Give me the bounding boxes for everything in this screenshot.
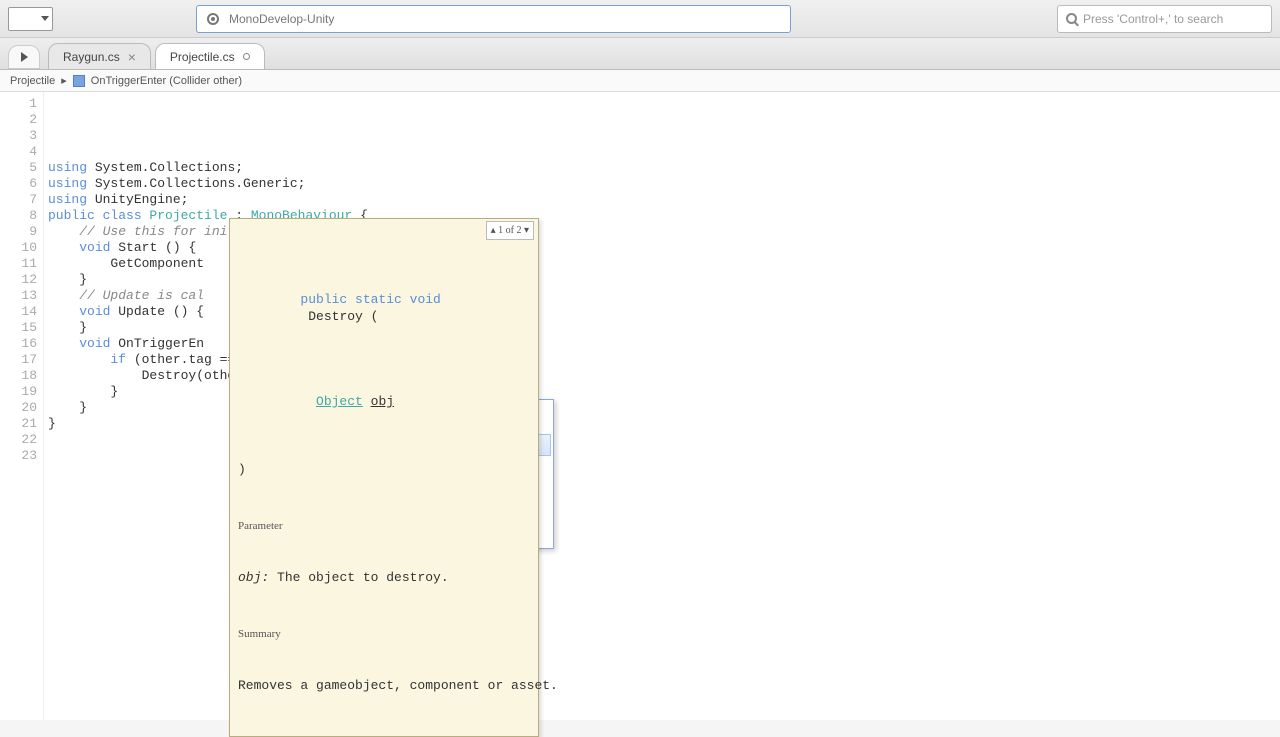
line-number: 4 [0,144,37,160]
code-editor[interactable]: 1234567891011121314151617181920212223 us… [0,92,1280,720]
line-number: 23 [0,448,37,464]
line-number: 13 [0,288,37,304]
param-header: Parameter [238,518,530,535]
line-number: 6 [0,176,37,192]
line-number: 10 [0,240,37,256]
search-placeholder: Press 'Control+,' to search [1083,12,1223,26]
line-number: 2 [0,112,37,128]
line-number: 1 [0,96,37,112]
line-number: 16 [0,336,37,352]
app-title-bar[interactable]: MonoDevelop-Unity [196,5,791,33]
overload-counter[interactable]: ▴ 1 of 2 ▾ [486,221,534,240]
nav-history-button[interactable] [8,45,40,69]
search-icon [1066,13,1077,24]
code-line[interactable]: using System.Collections; [48,160,1280,176]
tab-label: Projectile.cs [170,50,235,64]
dirty-indicator-icon[interactable] [243,53,250,60]
signature-line: public static void Destroy ( [238,274,530,342]
line-number: 21 [0,416,37,432]
line-number: 18 [0,368,37,384]
chevron-right-icon: ▸ [61,74,67,87]
line-number: 15 [0,320,37,336]
play-icon [21,52,28,62]
global-search[interactable]: Press 'Control+,' to search [1057,5,1272,33]
line-number: 3 [0,128,37,144]
summary-header: Summary [238,626,530,643]
line-number: 17 [0,352,37,368]
code-line[interactable]: using UnityEngine; [48,192,1280,208]
main-toolbar: MonoDevelop-Unity Press 'Control+,' to s… [0,0,1280,38]
line-number: 9 [0,224,37,240]
config-dropdown[interactable] [8,7,53,31]
breadcrumb-method[interactable]: OnTriggerEnter (Collider other) [91,75,242,87]
tab-label: Raygun.cs [63,50,120,64]
app-title: MonoDevelop-Unity [229,12,334,26]
param-desc: obj: The object to destroy. [238,569,530,586]
signature-help-tooltip: ▴ 1 of 2 ▾ public static void Destroy ( … [229,218,539,737]
close-icon[interactable]: × [128,49,136,65]
target-icon [207,13,219,25]
code-line[interactable]: using System.Collections.Generic; [48,176,1280,192]
line-number: 8 [0,208,37,224]
tab-bar: Raygun.cs × Projectile.cs [0,38,1280,70]
code-area[interactable]: using System.Collections;using System.Co… [44,92,1280,720]
line-number: 12 [0,272,37,288]
line-number: 14 [0,304,37,320]
line-number: 22 [0,432,37,448]
breadcrumb: Projectile ▸ OnTriggerEnter (Collider ot… [0,70,1280,92]
signature-close: ) [238,461,530,478]
line-gutter: 1234567891011121314151617181920212223 [0,92,44,720]
tab-projectile[interactable]: Projectile.cs [155,43,265,69]
line-number: 11 [0,256,37,272]
line-number: 7 [0,192,37,208]
line-number: 19 [0,384,37,400]
tab-raygun[interactable]: Raygun.cs × [48,43,151,69]
method-icon [73,75,85,87]
chevron-down-icon [41,16,49,21]
breadcrumb-class[interactable]: Projectile [10,75,55,87]
signature-param: Object obj [238,376,530,427]
line-number: 5 [0,160,37,176]
line-number: 20 [0,400,37,416]
summary-text: Removes a gameobject, component or asset… [238,677,530,694]
